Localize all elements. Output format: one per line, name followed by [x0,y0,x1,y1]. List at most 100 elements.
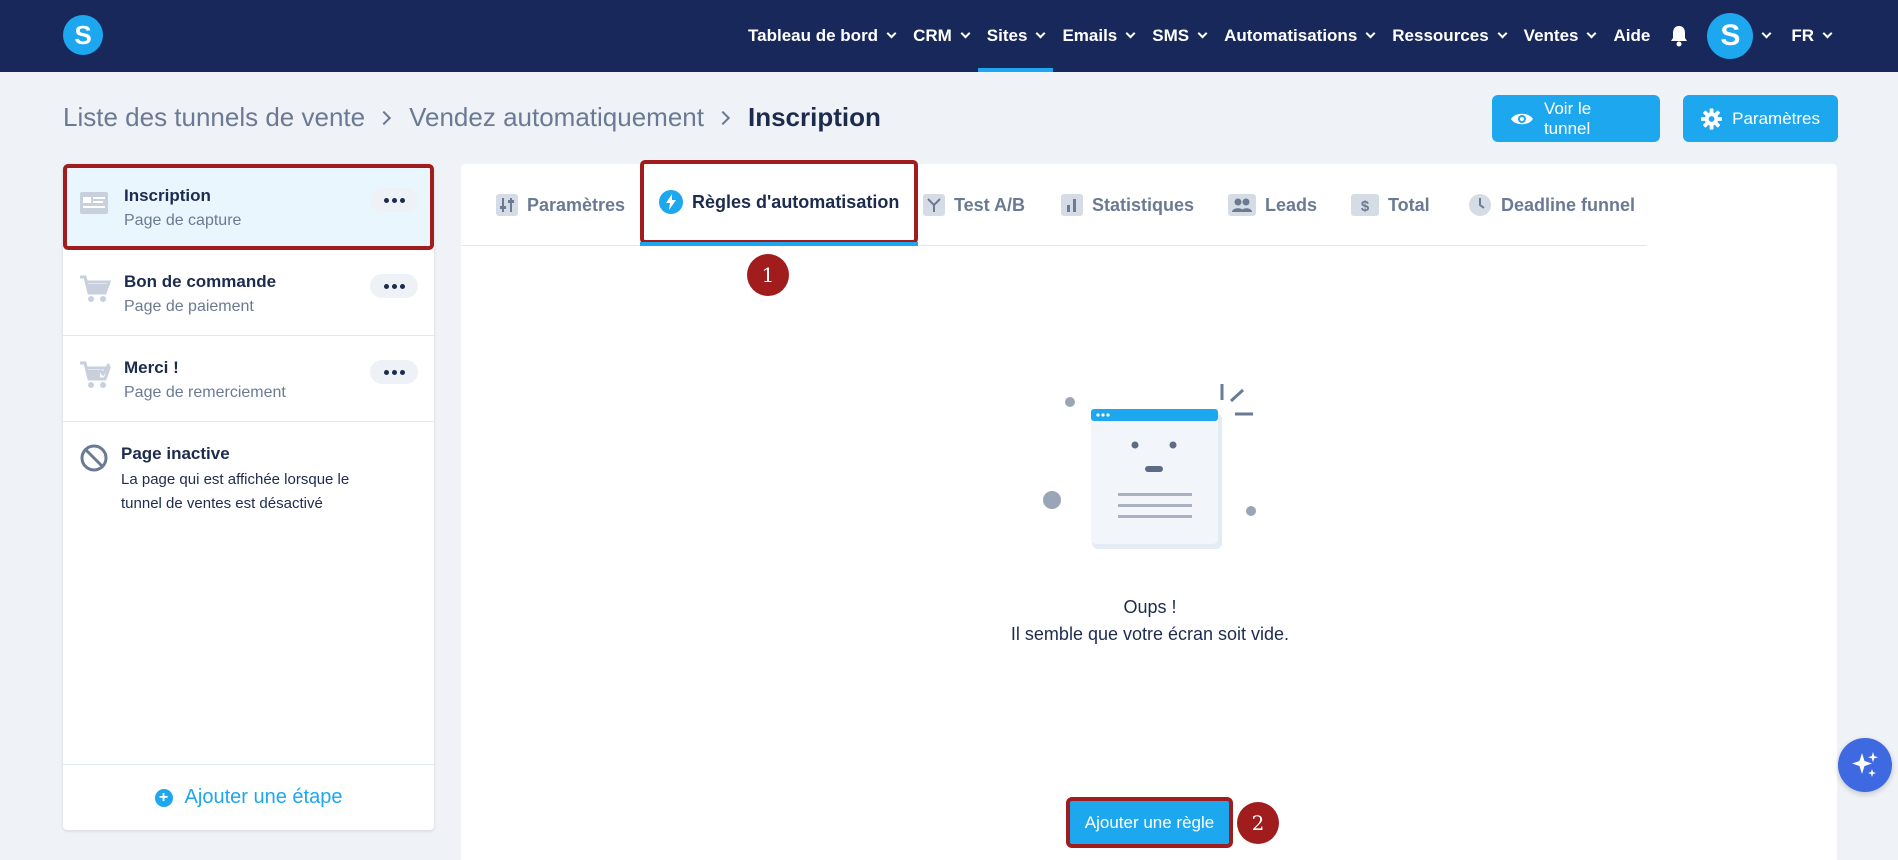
tab-total[interactable]: $ Total [1351,164,1430,246]
chevron-down-icon [960,28,971,39]
nav-item-crm[interactable]: CRM [904,0,978,72]
app-logo[interactable]: S [63,15,103,55]
chevron-down-icon [1587,28,1597,39]
users-icon [1228,194,1256,216]
settings-button[interactable]: Paramètres [1683,95,1838,142]
sparkle-icon [1852,752,1878,777]
lightning-icon [659,190,683,214]
sliders-icon [496,194,518,216]
tab-statistiques[interactable]: Statistiques [1061,164,1194,246]
inactive-page-item[interactable]: Page inactive La page qui est affichée l… [63,422,434,522]
tab-parametres[interactable]: Paramètres [496,164,625,246]
chevron-down-icon [1822,28,1833,39]
gear-icon [1701,107,1723,130]
avatar: S [1707,13,1754,59]
tab-label: Test A/B [954,194,1026,215]
step-merci[interactable]: Merci ! Page de remerciement [63,336,434,422]
chevron-down-icon [1761,28,1772,39]
tab-deadline-funnel[interactable]: Deadline funnel [1468,164,1635,246]
step-subtitle: Page de capture [124,212,242,229]
chevron-down-icon [1197,28,1208,39]
chevron-down-icon [886,28,897,39]
nav-item-label: Aide [1613,26,1651,45]
step-inscription[interactable]: Inscription Page de capture [63,164,434,250]
settings-label: Paramètres [1732,108,1820,128]
svg-text:$: $ [1361,198,1370,215]
main-nav: Tableau de bord CRM Sites Emails SMS Aut… [739,0,1840,72]
capture-page-icon [80,192,108,214]
top-navigation-bar: S Tableau de bord CRM Sites Emails SMS A… [0,0,1898,72]
tab-regles-automatisation[interactable]: Règles d'automatisation [640,160,919,246]
inactive-page-title: Page inactive [121,444,230,463]
add-rule-button[interactable]: Ajouter une règle [1066,797,1233,848]
add-step-label: Ajouter une étape [184,786,343,808]
chevron-down-icon [1125,28,1136,39]
view-funnel-button[interactable]: Voir le tunnel [1492,95,1660,142]
step-title: Inscription [124,186,211,205]
nav-item-sms[interactable]: SMS [1143,0,1215,72]
bar-chart-icon [1061,194,1083,216]
cart-icon [80,275,111,302]
clock-icon [1469,194,1491,216]
eye-icon [1510,113,1533,124]
more-options-icon[interactable] [370,188,418,212]
tab-label: Leads [1265,194,1318,215]
language-label: FR [1791,26,1814,45]
chevron-down-icon [1497,28,1508,39]
chevron-right-icon [377,110,392,125]
chevron-down-icon [1035,28,1046,39]
view-funnel-label: Voir le tunnel [1543,98,1592,138]
nav-item-label: Automatisations [1224,26,1358,45]
tab-label: Total [1388,194,1430,215]
nav-item-label: Ressources [1392,26,1489,45]
nav-item-tableau-de-bord[interactable]: Tableau de bord [739,0,904,72]
tab-bar: Paramètres Règles d'automatisation Test … [461,160,1647,246]
step-subtitle: Page de paiement [124,298,254,315]
add-step-button[interactable]: + Ajouter une étape [63,764,434,830]
empty-state-illustration [1043,384,1256,549]
nav-item-sites[interactable]: Sites [977,0,1054,72]
empty-state-subtitle: Il semble que votre écran soit vide. [1010,624,1290,644]
language-selector[interactable]: FR [1782,0,1840,72]
step-bon-de-commande[interactable]: Bon de commande Page de paiement [63,250,434,336]
nav-item-label: Sites [986,26,1028,45]
page-title: Inscription [747,102,881,132]
empty-state-message: Oups ! Il semble que votre écran soit vi… [930,594,1370,648]
annotation-badge: 1 [747,254,789,296]
breadcrumb-funnel[interactable]: Vendez automatiquement [409,102,704,133]
tab-leads[interactable]: Leads [1228,164,1317,246]
step-title: Bon de commande [124,272,277,291]
plus-circle-icon: + [154,788,173,807]
tab-label: Statistiques [1092,194,1195,215]
inactive-page-description: La page qui est affichée lorsque le tunn… [121,471,350,512]
funnel-steps-sidebar: Inscription Page de capture Bon de comma… [63,164,434,830]
nav-item-ventes[interactable]: Ventes [1515,0,1605,72]
more-options-icon[interactable] [370,274,418,298]
nav-item-aide[interactable]: Aide [1604,0,1659,72]
step-subtitle: Page de remerciement [124,384,286,401]
nav-item-label: CRM [913,26,952,45]
nav-item-automatisations[interactable]: Automatisations [1215,0,1383,72]
nav-item-ressources[interactable]: Ressources [1383,0,1514,72]
tab-label: Paramètres [527,194,626,215]
breadcrumb-funnel-list[interactable]: Liste des tunnels de vente [63,102,365,133]
nav-item-emails[interactable]: Emails [1053,0,1143,72]
cart-check-icon [80,361,111,388]
step-title: Merci ! [124,358,179,377]
tab-label: Règles d'automatisation [692,191,900,212]
breadcrumb: Liste des tunnels de vente Vendez automa… [63,102,881,133]
nav-item-label: SMS [1152,26,1190,45]
prohibited-icon [80,444,108,472]
chevron-right-icon [715,110,731,125]
bell-icon[interactable] [1659,25,1699,47]
annotation-badge: 2 [1237,802,1279,844]
dollar-icon: $ [1351,194,1379,216]
chevron-down-icon [1365,28,1376,39]
ai-assistant-button[interactable] [1838,738,1892,792]
more-options-icon[interactable] [370,360,418,384]
empty-state-title: Oups ! [1123,597,1177,617]
nav-item-label: Emails [1062,26,1118,45]
user-menu[interactable]: S [1699,0,1782,72]
tab-test-ab[interactable]: Test A/B [923,164,1025,246]
tab-label: Deadline funnel [1501,194,1636,215]
